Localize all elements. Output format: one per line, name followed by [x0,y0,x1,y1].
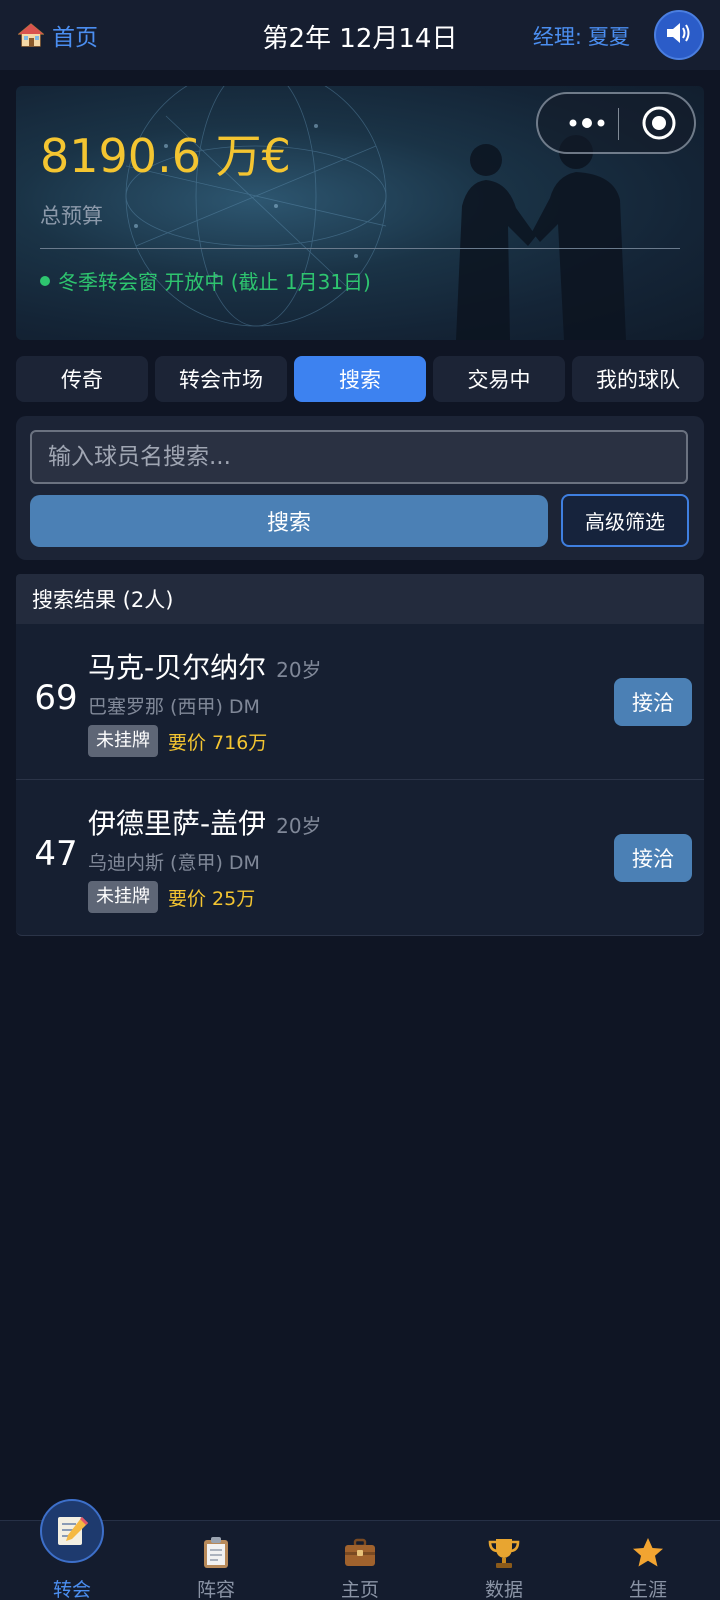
player-row: 69 马克-贝尔纳尔 20岁 巴塞罗那 (西甲) DM 未挂牌 要价 716万 … [16,624,704,780]
budget-banner: 8190.6 万€ 总预算 冬季转会窗 开放中 (截止 1月31日) [16,86,704,340]
transfer-page: 首页 第2年 12月14日 经理: 夏夏 8190.6 万€ 总预算 冬季转会窗… [0,0,720,1600]
budget-value: 8190.6 万€ [40,129,291,183]
player-name[interactable]: 伊德里萨-盖伊 [88,802,266,842]
player-name-line: 马克-贝尔纳尔 20岁 [88,646,322,686]
player-name-line: 伊德里萨-盖伊 20岁 [88,802,322,842]
speaker-icon [664,19,694,51]
player-rating: 69 [34,678,78,718]
nav-career-label: 生涯 [628,1579,667,1600]
player-tags: 未挂牌 要价 25万 [88,881,255,913]
tab-trading[interactable]: 交易中 [433,356,565,402]
close-target-icon[interactable] [628,94,690,152]
player-age: 20岁 [276,658,322,682]
nav-transfer[interactable]: 转会 [0,1499,144,1600]
listing-status-badge: 未挂牌 [88,725,158,757]
contact-button[interactable]: 接洽 [614,678,692,726]
banner-divider [40,248,680,249]
listing-status-badge: 未挂牌 [88,881,158,913]
more-dots-icon[interactable] [556,94,618,152]
player-name[interactable]: 马克-贝尔纳尔 [88,646,266,686]
manager-label: 经理: [532,25,582,49]
player-row: 47 伊德里萨-盖伊 20岁 乌迪内斯 (意甲) DM 未挂牌 要价 25万 接… [16,780,704,936]
bottom-nav: 转会 阵容 主页 数据 生涯 [0,1499,720,1600]
manager-info: 经理: 夏夏 [533,21,630,51]
search-button[interactable]: 搜索 [30,495,548,547]
home-link[interactable]: 首页 [17,18,98,52]
asking-price: 要价 716万 [168,731,268,754]
advanced-filter-button[interactable]: 高级筛选 [561,494,689,547]
home-label: 首页 [52,25,98,51]
tab-my-team[interactable]: 我的球队 [572,356,704,402]
mini-program-capsule [536,92,696,154]
search-panel: 搜索 高级筛选 [16,416,704,560]
top-bar: 首页 第2年 12月14日 经理: 夏夏 [0,0,720,70]
nav-career[interactable]: 生涯 [576,1521,720,1600]
player-club: 巴塞罗那 (西甲) DM [88,696,260,718]
tab-legend[interactable]: 传奇 [16,356,148,402]
contact-button[interactable]: 接洽 [614,834,692,882]
sound-button[interactable] [654,10,704,60]
nav-home-label: 主页 [340,1579,379,1600]
nav-lineup-label: 阵容 [196,1579,235,1600]
trophy-icon [486,1535,522,1571]
nav-transfer-label: 转会 [52,1579,91,1600]
tab-bar: 传奇 转会市场 搜索 交易中 我的球队 [16,356,704,402]
nav-lineup[interactable]: 阵容 [144,1521,288,1600]
status-dot-icon [40,275,50,286]
asking-price: 要价 25万 [168,887,256,910]
player-tags: 未挂牌 要价 716万 [88,725,267,757]
tab-transfer-market[interactable]: 转会市场 [155,356,287,402]
player-club: 乌迪内斯 (意甲) DM [88,852,260,874]
player-rating: 47 [34,834,78,874]
house-icon [17,22,45,48]
results-header: 搜索结果 (2人) [16,574,704,624]
nav-data-label: 数据 [484,1579,523,1600]
capsule-divider [618,108,619,140]
player-search-input[interactable] [30,430,688,484]
nav-data[interactable]: 数据 [432,1521,576,1600]
star-icon [630,1535,666,1571]
results-list: 69 马克-贝尔纳尔 20岁 巴塞罗那 (西甲) DM 未挂牌 要价 716万 … [16,624,704,936]
manager-name: 夏夏 [588,25,630,49]
nav-home[interactable]: 主页 [288,1521,432,1600]
clipboard-icon [198,1535,234,1571]
briefcase-icon [342,1535,378,1571]
transfer-window-status: 冬季转会窗 开放中 (截止 1月31日) [40,266,371,295]
memo-pencil-icon [40,1499,104,1563]
budget-label: 总预算 [40,204,103,228]
tab-search[interactable]: 搜索 [294,356,426,402]
player-age: 20岁 [276,814,322,838]
transfer-window-text: 冬季转会窗 开放中 (截止 1月31日) [58,270,371,294]
